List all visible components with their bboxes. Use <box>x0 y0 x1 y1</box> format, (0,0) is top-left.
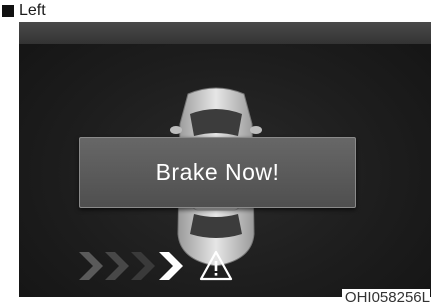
chevron-right-icon <box>105 252 129 280</box>
chevron-right-icon <box>159 252 183 280</box>
direction-chevrons <box>79 252 183 280</box>
caption-label: Left <box>19 2 46 19</box>
bullet-square-icon <box>2 5 14 17</box>
chevron-right-icon <box>131 252 155 280</box>
figure-caption: Left <box>2 1 46 21</box>
alert-text: Brake Now! <box>155 159 280 185</box>
warning-triangle-icon <box>199 250 233 281</box>
chevron-right-icon <box>79 252 103 280</box>
brake-alert-box: Brake Now! <box>79 137 356 208</box>
figure-code: OHI058256L <box>341 289 430 307</box>
display-top-band <box>19 22 431 44</box>
cluster-display: Brake Now! <box>19 22 431 297</box>
